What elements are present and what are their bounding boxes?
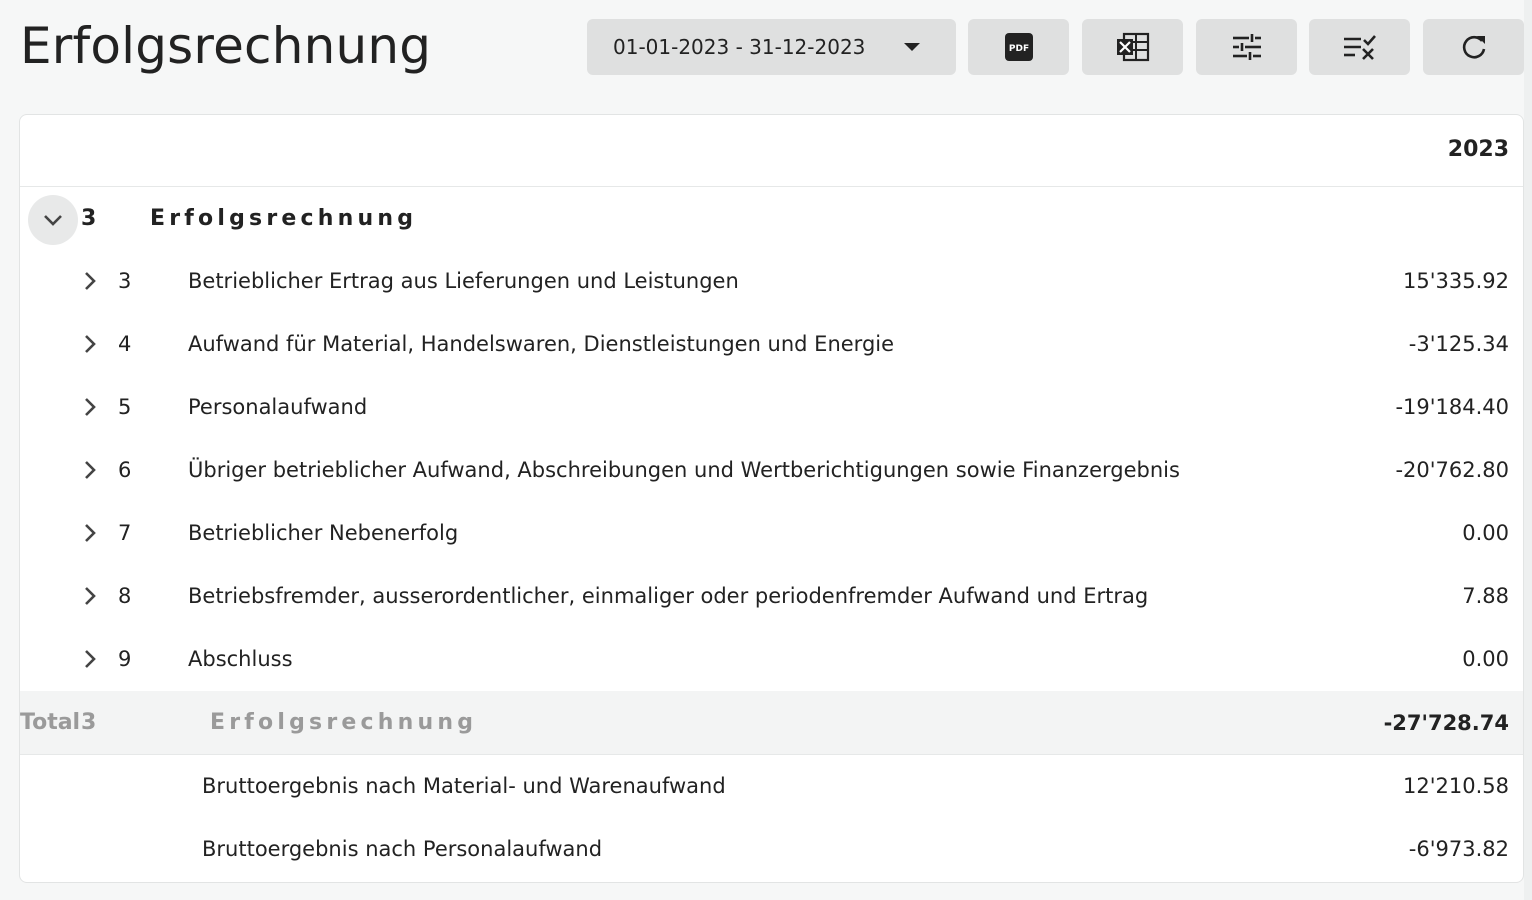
account-number: 5: [118, 395, 132, 419]
account-label: Abschluss: [188, 647, 293, 671]
chevron-right-icon[interactable]: [78, 395, 102, 419]
subtotal-row: Bruttoergebnis nach Material- und Warena…: [20, 755, 1523, 818]
table-row[interactable]: 8 Betriebsfremder, ausserordentlicher, e…: [20, 565, 1523, 628]
table-header: 2023: [20, 115, 1523, 187]
table-row[interactable]: 6 Übriger betrieblicher Aufwand, Abschre…: [20, 439, 1523, 502]
account-amount: -20'762.80: [1395, 458, 1509, 482]
account-number: 9: [118, 647, 132, 671]
export-excel-button[interactable]: [1082, 19, 1183, 75]
account-amount: 7.88: [1462, 584, 1509, 608]
chevron-right-icon[interactable]: [78, 332, 102, 356]
chevron-down-icon: [44, 215, 62, 226]
date-range-value: 01-01-2023 - 31-12-2023: [613, 35, 866, 59]
total-amount: -27'728.74: [1383, 711, 1509, 735]
account-label: Aufwand für Material, Handelswaren, Dien…: [188, 332, 895, 356]
table-row[interactable]: 7 Betrieblicher Nebenerfolg 0.00: [20, 502, 1523, 565]
chevron-right-icon[interactable]: [78, 584, 102, 608]
account-number: 6: [118, 458, 132, 482]
account-number: 8: [118, 584, 132, 608]
group-row: 3 Erfolgsrechnung: [20, 187, 1523, 250]
page-scrollbar[interactable]: [1524, 0, 1532, 900]
total-row: 3 Total Erfolgsrechnung -27'728.74: [20, 691, 1523, 755]
refresh-icon: [1462, 35, 1485, 59]
export-pdf-button[interactable]: PDF: [968, 19, 1069, 75]
svg-text:PDF: PDF: [1008, 44, 1028, 54]
refresh-button[interactable]: [1423, 19, 1524, 75]
clear-filter-button[interactable]: [1309, 19, 1410, 75]
group-label: Erfolgsrechnung: [150, 206, 418, 231]
chevron-right-icon[interactable]: [78, 647, 102, 671]
account-amount: 15'335.92: [1403, 269, 1509, 293]
subtotal-amount: -6'973.82: [1408, 837, 1509, 861]
settings-button[interactable]: [1196, 19, 1297, 75]
total-prefix: Total: [20, 710, 81, 735]
chevron-right-icon[interactable]: [78, 458, 102, 482]
excel-icon: [1116, 32, 1149, 62]
account-number: 3: [118, 269, 132, 293]
total-label: Erfolgsrechnung: [210, 710, 478, 735]
total-number: 3: [81, 710, 97, 735]
table-row[interactable]: 4 Aufwand für Material, Handelswaren, Di…: [20, 313, 1523, 376]
table-row[interactable]: 3 Betrieblicher Ertrag aus Lieferungen u…: [20, 250, 1523, 313]
account-number: 7: [118, 521, 132, 545]
account-amount: 0.00: [1462, 521, 1509, 545]
subtotal-row: Bruttoergebnis nach Personalaufwand -6'9…: [20, 818, 1523, 881]
caret-down-icon: [904, 43, 920, 51]
page-title: Erfolgsrechnung: [20, 17, 432, 75]
account-label: Übriger betrieblicher Aufwand, Abschreib…: [188, 458, 1180, 482]
chevron-right-icon[interactable]: [78, 269, 102, 293]
account-amount: -19'184.40: [1395, 395, 1509, 419]
sliders-icon: [1232, 34, 1261, 60]
table-row[interactable]: 9 Abschluss 0.00: [20, 628, 1523, 691]
date-range-dropdown[interactable]: 01-01-2023 - 31-12-2023: [587, 19, 956, 75]
account-amount: 0.00: [1462, 647, 1509, 671]
account-amount: -3'125.34: [1408, 332, 1509, 356]
account-label: Personalaufwand: [188, 395, 368, 419]
chevron-right-icon[interactable]: [78, 521, 102, 545]
table-row[interactable]: 5 Personalaufwand -19'184.40: [20, 376, 1523, 439]
subtotal-label: Bruttoergebnis nach Material- und Warena…: [202, 774, 726, 798]
account-number: 4: [118, 332, 132, 356]
column-year-header: 2023: [1447, 137, 1509, 162]
clear-filter-icon: [1343, 35, 1376, 60]
collapse-group-button[interactable]: [28, 195, 78, 245]
account-label: Betrieblicher Nebenerfolg: [188, 521, 459, 545]
pdf-icon: PDF: [1004, 33, 1033, 61]
group-number: 3: [81, 206, 97, 231]
account-label: Betriebsfremder, ausserordentlicher, ein…: [188, 584, 1149, 608]
subtotal-amount: 12'210.58: [1403, 774, 1509, 798]
account-label: Betrieblicher Ertrag aus Lieferungen und…: [188, 269, 739, 293]
report-table: 2023 3 Erfolgsrechnung 3 Betrieblicher E…: [19, 114, 1524, 883]
subtotal-label: Bruttoergebnis nach Personalaufwand: [202, 837, 603, 861]
